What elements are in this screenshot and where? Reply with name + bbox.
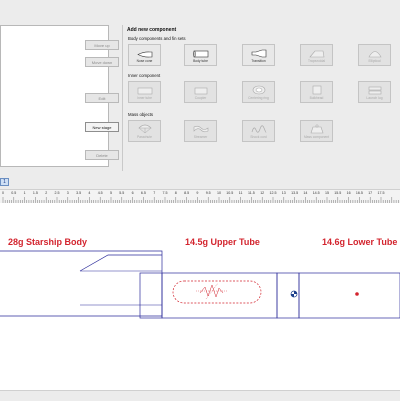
elliptical-fin-label: Elliptical [368,59,381,63]
parachute-icon [137,124,152,134]
edit-button[interactable]: Edit [85,93,119,103]
shock-cord-drawing [199,284,224,298]
lower-tube-outline [298,272,400,319]
parachute-button[interactable]: Parachute [128,120,161,142]
bulkhead-button[interactable]: Bulkhead [300,81,333,103]
nose-cone-button[interactable]: Nose cone [128,44,161,66]
mass-section-title: Mass objects [128,112,154,117]
streamer-icon [193,125,208,133]
body-tube-label: Body tube [193,59,208,63]
starship-body-outline [0,250,163,317]
inner-tube-label: Inner tube [137,96,152,100]
status-bar [0,390,400,401]
coupler-icon [194,87,207,95]
elliptical-fin-button[interactable]: Elliptical [358,44,391,66]
new-stage-button[interactable]: New stage [85,122,119,132]
shock-cord-button[interactable]: Shock cord [242,120,275,142]
trapezoidal-fin-label: Trapezoidal [307,59,326,63]
body-section-title: Body components and fin sets [128,36,186,41]
tab-stage-1[interactable]: 1 [0,178,9,186]
streamer-button[interactable]: Streamer [184,120,217,142]
panel-divider [122,25,123,171]
launch-lug-icon [368,86,381,95]
inner-section-title: Inner component [128,73,161,78]
stage-tab-bar [0,177,400,187]
inner-tube-button[interactable]: Inner tube [128,81,161,103]
nose-cone-icon [136,51,152,58]
trapezoidal-fin-button[interactable]: Trapezoidal [300,44,333,66]
inner-tube-icon [137,87,152,95]
launch-lug-label: Launch lug [366,96,383,100]
shock-cord-label: Shock cord [250,135,267,139]
mass-component-icon [310,124,323,134]
upper-fin-outline [79,254,162,272]
cp-marker-icon [355,292,359,296]
body-tube-button[interactable]: Body tube [184,44,217,66]
bulkhead-label: Bulkhead [309,96,324,100]
ruler-ticks [2,197,399,204]
launch-lug-button[interactable]: Launch lug [358,81,391,103]
streamer-label: Streamer [193,135,208,139]
centering-ring-icon [252,85,265,95]
move-down-button[interactable]: Move down [85,57,119,67]
delete-button[interactable]: Delete [85,150,119,160]
bulkhead-icon [312,85,321,95]
centering-ring-label: Centering ring [248,96,269,100]
transition-icon [251,49,266,58]
add-panel-title: Add new component [127,27,177,33]
upper-tube-outline [161,272,278,319]
shock-cord-icon [251,125,266,133]
coupler-label: Coupler [194,96,207,100]
trapezoidal-fin-icon [308,50,324,58]
move-up-button[interactable]: Move up [85,40,119,50]
mass-component-button[interactable]: Mass component [300,120,333,142]
coupler-button[interactable]: Coupler [184,81,217,103]
elliptical-fin-icon [367,51,382,58]
transition-button[interactable]: Transition [242,44,275,66]
body-tube-icon [192,50,208,58]
transition-label: Transition [251,59,266,63]
coupler-outline [139,272,163,319]
mass-component-label: Mass component [303,135,330,139]
rocket-canvas[interactable]: 28g Starship Body 14.5g Upper Tube 14.6g… [0,203,400,390]
rocket-drawing [0,250,400,319]
nose-cone-label: Nose cone [136,59,153,63]
parachute-label: Parachute [136,135,153,139]
centering-ring-button[interactable]: Centering ring [242,81,275,103]
